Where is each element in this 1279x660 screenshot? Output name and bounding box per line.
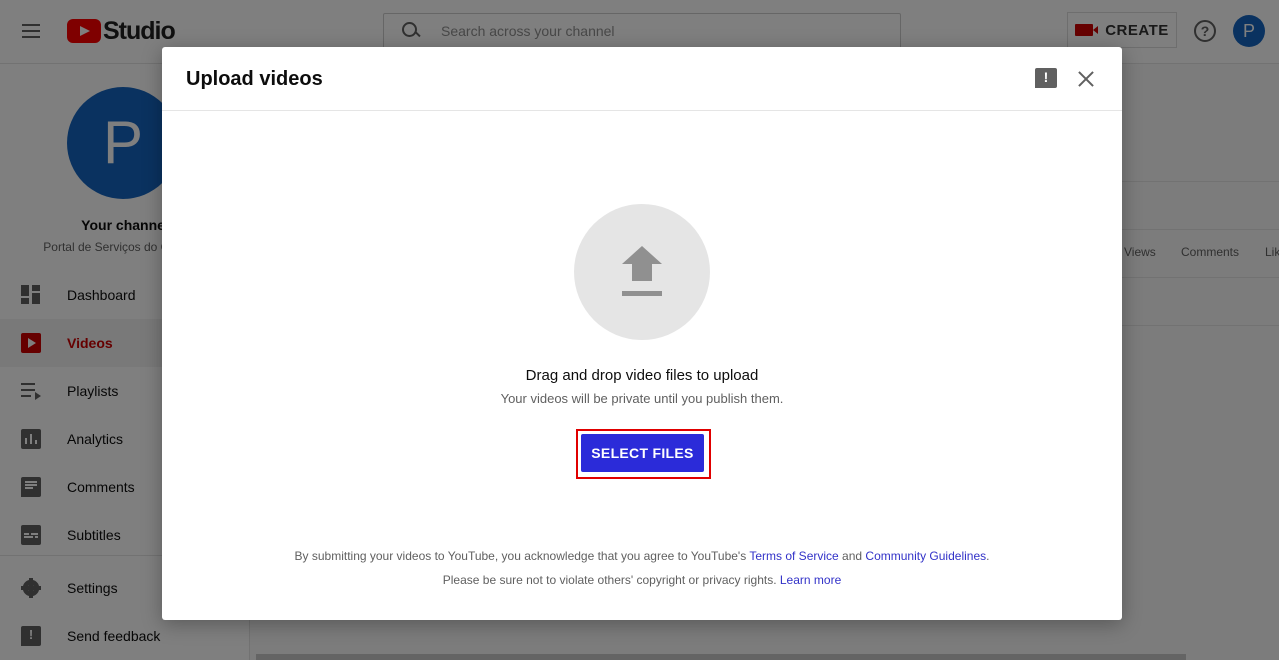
private-notice: Your videos will be private until you pu… (500, 391, 784, 406)
terms-of-service-link[interactable]: Terms of Service (749, 549, 838, 563)
copyright-text: Please be sure not to violate others' co… (442, 573, 780, 587)
upload-dropzone[interactable] (574, 204, 710, 340)
dialog-title: Upload videos (186, 68, 323, 90)
close-icon[interactable] (1074, 67, 1098, 91)
copyright-notice: Please be sure not to violate others' co… (162, 573, 1122, 587)
learn-more-link[interactable]: Learn more (780, 573, 841, 587)
drag-drop-text: Drag and drop video files to upload (525, 367, 759, 384)
upload-base-line (622, 291, 662, 296)
select-files-button[interactable]: SELECT FILES (581, 434, 704, 472)
community-guidelines-link[interactable]: Community Guidelines (865, 549, 986, 563)
upload-dialog: Upload videos Drag and drop video files … (162, 47, 1122, 620)
upload-arrow-icon (622, 246, 662, 264)
report-feedback-icon[interactable] (1035, 68, 1057, 88)
legal-text: . (986, 549, 990, 563)
legal-text: By submitting your videos to YouTube, yo… (294, 549, 750, 563)
legal-notice: By submitting your videos to YouTube, yo… (162, 549, 1122, 563)
select-files-highlight: SELECT FILES (576, 429, 711, 479)
legal-text: and (838, 549, 866, 563)
dialog-header: Upload videos (162, 47, 1122, 111)
upload-arrow-stem (632, 263, 652, 281)
